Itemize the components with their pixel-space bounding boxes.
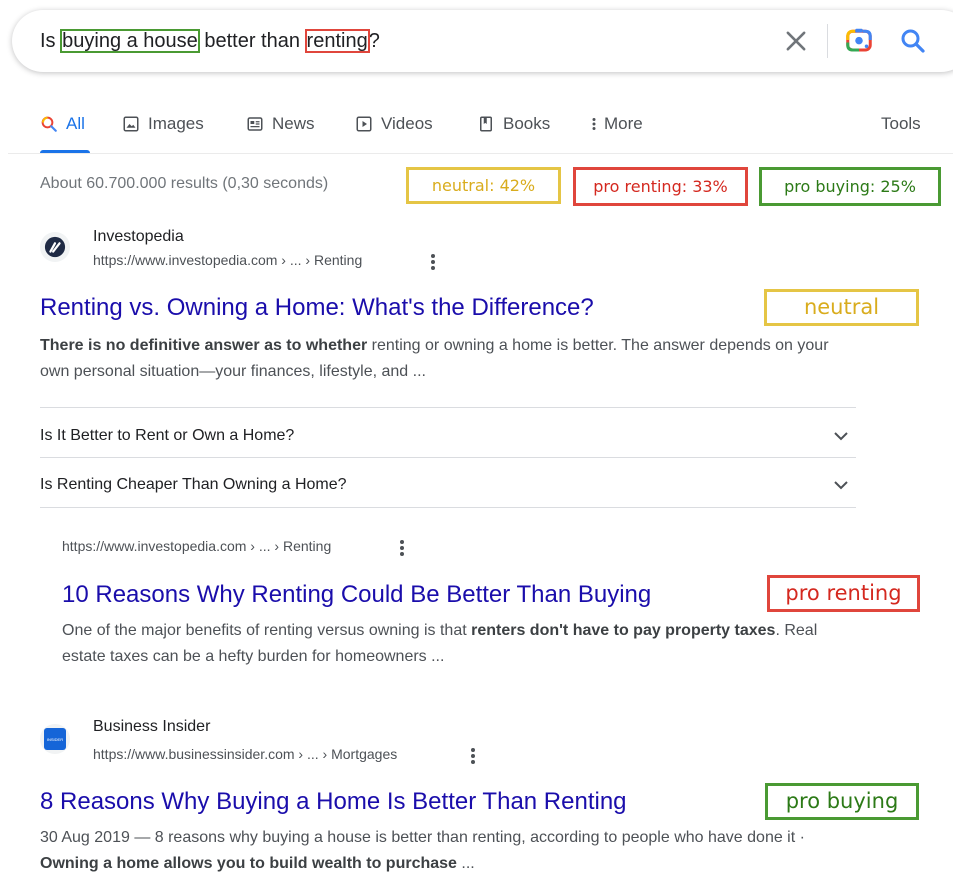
- result-3-snippet: 30 Aug 2019 — 8 reasons why buying a hou…: [40, 825, 860, 877]
- result-1-url[interactable]: https://www.investopedia.com › ... › Ren…: [93, 252, 362, 268]
- query-highlight-renting: renting: [304, 29, 370, 53]
- books-icon: [480, 116, 492, 132]
- summary-pro-buying-badge: pro buying: 25%: [759, 167, 941, 206]
- more-dots-icon: [592, 118, 596, 130]
- insider-logo-text: INSIDER: [46, 736, 64, 742]
- result-stats: About 60.700.000 results (0,30 seconds): [40, 175, 329, 192]
- tab-images[interactable]: Images: [122, 114, 204, 134]
- query-highlight-buying: buying a house: [60, 29, 200, 53]
- result-1-title-link[interactable]: Renting vs. Owning a Home: What's the Di…: [40, 293, 594, 323]
- search-bar[interactable]: Is buying a house better than renting?: [12, 10, 953, 72]
- faq-divider-top: [40, 407, 856, 408]
- tools-button[interactable]: Tools: [881, 114, 921, 134]
- business-insider-favicon: INSIDER: [40, 724, 70, 754]
- tab-all-label: All: [66, 114, 85, 133]
- result-1-snippet-bold: There is no definitive answer as to whet…: [40, 337, 368, 354]
- search-tabs: All Images News Videos Books More Tools: [0, 106, 953, 154]
- result-3-tag-pro-buying: pro buying: [765, 783, 919, 820]
- searchbar-divider: [827, 24, 828, 58]
- result-1-tag-neutral: neutral: [764, 289, 919, 326]
- search-icon: [901, 29, 925, 53]
- result-2-snippet: One of the major benefits of renting ver…: [62, 618, 862, 670]
- investopedia-favicon: [40, 232, 70, 262]
- tab-images-label: Images: [148, 114, 204, 133]
- tab-videos-label: Videos: [381, 114, 433, 133]
- tools-label: Tools: [881, 114, 921, 133]
- result-3-title-link[interactable]: 8 Reasons Why Buying a Home Is Better Th…: [40, 787, 627, 817]
- result-2-snippet-plain: One of the major benefits of renting ver…: [62, 622, 472, 639]
- kebab-menu-icon: [466, 748, 480, 764]
- search-input[interactable]: Is buying a house better than renting?: [40, 29, 380, 53]
- faq-divider-bottom: [40, 507, 856, 508]
- tab-more[interactable]: More: [590, 114, 643, 134]
- query-suffix: ?: [368, 30, 380, 52]
- search-button[interactable]: [898, 26, 928, 56]
- chevron-down-icon[interactable]: [832, 430, 850, 442]
- result-1-site-name[interactable]: Investopedia: [93, 228, 184, 246]
- tab-videos[interactable]: Videos: [355, 114, 433, 134]
- query-prefix: Is: [40, 30, 62, 52]
- tabs-divider: [8, 153, 953, 154]
- faq-item-2[interactable]: Is Renting Cheaper Than Owning a Home?: [40, 476, 347, 494]
- result-3-menu-button[interactable]: [466, 747, 480, 765]
- chevron-down-icon[interactable]: [832, 479, 850, 491]
- result-2-title-link[interactable]: 10 Reasons Why Renting Could Be Better T…: [62, 580, 651, 610]
- kebab-menu-icon: [395, 540, 409, 556]
- tab-books-label: Books: [503, 114, 551, 133]
- tab-all[interactable]: All: [40, 114, 85, 134]
- faq-divider-middle: [40, 457, 856, 458]
- tab-news[interactable]: News: [246, 114, 315, 134]
- result-3-snippet-plain: 30 Aug 2019 — 8 reasons why buying a hou…: [40, 829, 805, 846]
- tab-more-label: More: [604, 114, 643, 133]
- result-1-snippet: There is no definitive answer as to whet…: [40, 333, 860, 385]
- result-2-snippet-bold: renters don't have to pay property taxes: [471, 622, 776, 639]
- images-icon: [123, 116, 139, 132]
- result-3-url[interactable]: https://www.businessinsider.com › ... › …: [93, 746, 397, 762]
- google-lens-icon: [846, 28, 872, 52]
- search-icon: [41, 116, 57, 132]
- result-2-url[interactable]: https://www.investopedia.com › ... › Ren…: [62, 538, 331, 554]
- faq-item-1[interactable]: Is It Better to Rent or Own a Home?: [40, 427, 294, 445]
- result-3-snippet-bold: Owning a home allows you to build wealth…: [40, 855, 457, 872]
- result-1-menu-button[interactable]: [426, 253, 440, 271]
- tab-news-label: News: [272, 114, 315, 133]
- query-middle: better than: [198, 30, 306, 52]
- news-icon: [247, 117, 263, 131]
- videos-icon: [356, 116, 372, 132]
- summary-pro-renting-badge: pro renting: 33%: [573, 167, 748, 206]
- result-3-site-name[interactable]: Business Insider: [93, 718, 210, 736]
- result-2-menu-button[interactable]: [395, 539, 409, 557]
- clear-search-button[interactable]: [782, 27, 810, 55]
- close-icon: [786, 31, 806, 51]
- summary-neutral-badge: neutral: 42%: [406, 167, 561, 204]
- result-2-tag-pro-renting: pro renting: [767, 575, 920, 612]
- insider-logo-icon: INSIDER: [44, 728, 66, 750]
- result-3-snippet-rest: ...: [456, 855, 475, 872]
- tab-books[interactable]: Books: [477, 114, 550, 134]
- google-lens-button[interactable]: [844, 25, 874, 55]
- kebab-menu-icon: [426, 254, 440, 270]
- investopedia-logo-icon: [44, 236, 66, 258]
